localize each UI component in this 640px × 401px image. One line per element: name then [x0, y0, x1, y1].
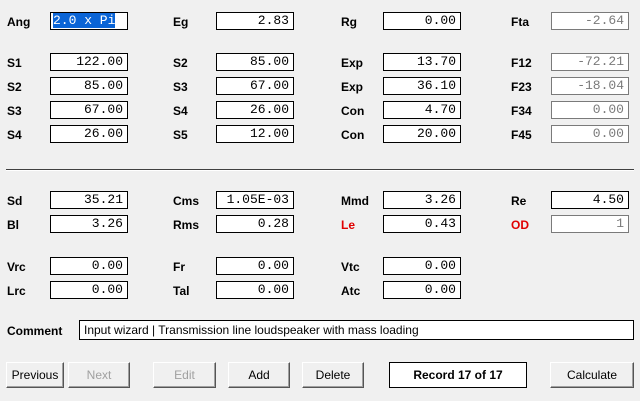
s1-field[interactable]: 122.00 — [50, 53, 128, 71]
delete-button[interactable]: Delete — [302, 362, 364, 388]
rms-field[interactable]: 0.28 — [216, 215, 294, 233]
le-field[interactable]: 0.43 — [383, 215, 461, 233]
section-divider — [6, 169, 634, 171]
tal-field[interactable]: 0.00 — [216, 281, 294, 299]
exp2-field[interactable]: 36.10 — [383, 77, 461, 95]
con1-field[interactable]: 4.70 — [383, 101, 461, 119]
sd-label: Sd — [7, 194, 23, 208]
tal-label: Tal — [173, 284, 190, 298]
s4-field[interactable]: 26.00 — [216, 101, 294, 119]
s1-label: S1 — [7, 56, 22, 70]
bl-field[interactable]: 3.26 — [50, 215, 128, 233]
rg-field[interactable]: 0.00 — [383, 12, 461, 30]
exp1-label: Exp — [341, 56, 364, 70]
s5-field[interactable]: 12.00 — [216, 125, 294, 143]
f12-label: F12 — [511, 56, 532, 70]
comment-label: Comment — [7, 324, 63, 338]
bl-label: Bl — [7, 218, 19, 232]
record-indicator: Record 17 of 17 — [389, 362, 527, 388]
fr-field[interactable]: 0.00 — [216, 257, 294, 275]
edit-button-label: Edit — [174, 368, 195, 382]
f34-field: 0.00 — [551, 101, 629, 119]
s3-field[interactable]: 67.00 — [50, 101, 128, 119]
f23-field: -18.04 — [551, 77, 629, 95]
re-field[interactable]: 4.50 — [551, 191, 629, 209]
lrc-field[interactable]: 0.00 — [50, 281, 128, 299]
rms-label: Rms — [173, 218, 200, 232]
s4-label: S4 — [7, 128, 22, 142]
next-button[interactable]: Next — [68, 362, 130, 388]
next-button-label: Next — [86, 368, 112, 382]
mmd-label: Mmd — [341, 194, 369, 208]
cms-label: Cms — [173, 194, 200, 208]
vtc-field[interactable]: 0.00 — [383, 257, 461, 275]
s2-label: S2 — [7, 80, 22, 94]
ang-field[interactable]: 2.0 x Pi — [50, 12, 128, 30]
previous-button[interactable]: Previous — [6, 362, 64, 388]
s5-label: S5 — [173, 128, 188, 142]
previous-button-label: Previous — [11, 368, 59, 382]
exp1-field[interactable]: 13.70 — [383, 53, 461, 71]
s2-field[interactable]: 85.00 — [50, 77, 128, 95]
s4-label: S4 — [173, 104, 188, 118]
re-label: Re — [511, 194, 527, 208]
f12-field: -72.21 — [551, 53, 629, 71]
edit-button[interactable]: Edit — [153, 362, 216, 388]
comment-field[interactable]: Input wizard | Transmission line loudspe… — [79, 320, 634, 340]
calculate-button-label: Calculate — [566, 368, 618, 382]
fr-label: Fr — [173, 260, 185, 274]
f34-label: F34 — [511, 104, 532, 118]
le-label: Le — [341, 218, 356, 232]
s4-field[interactable]: 26.00 — [50, 125, 128, 143]
vrc-field[interactable]: 0.00 — [50, 257, 128, 275]
s3-field[interactable]: 67.00 — [216, 77, 294, 95]
rg-label: Rg — [341, 15, 357, 29]
s3-label: S3 — [173, 80, 188, 94]
con2-label: Con — [341, 128, 365, 142]
mmd-field[interactable]: 3.26 — [383, 191, 461, 209]
atc-label: Atc — [341, 284, 361, 298]
calculate-button[interactable]: Calculate — [550, 362, 634, 388]
s2-label: S2 — [173, 56, 188, 70]
vrc-label: Vrc — [7, 260, 26, 274]
od-field: 1 — [551, 215, 629, 233]
eg-field[interactable]: 2.83 — [216, 12, 294, 30]
cms-field[interactable]: 1.05E-03 — [216, 191, 294, 209]
od-label: OD — [511, 218, 529, 232]
atc-field[interactable]: 0.00 — [383, 281, 461, 299]
exp2-label: Exp — [341, 80, 364, 94]
fta-field: -2.64 — [551, 12, 629, 30]
s3-label: S3 — [7, 104, 22, 118]
s2-field[interactable]: 85.00 — [216, 53, 294, 71]
sd-field[interactable]: 35.21 — [50, 191, 128, 209]
ang-label: Ang — [7, 15, 31, 29]
con1-label: Con — [341, 104, 365, 118]
add-button-label: Add — [248, 368, 270, 382]
f23-label: F23 — [511, 80, 532, 94]
eg-label: Eg — [173, 15, 189, 29]
f45-label: F45 — [511, 128, 532, 142]
fta-label: Fta — [511, 15, 529, 29]
f45-field: 0.00 — [551, 125, 629, 143]
con2-field[interactable]: 20.00 — [383, 125, 461, 143]
delete-button-label: Delete — [315, 368, 351, 382]
lrc-label: Lrc — [7, 284, 26, 298]
add-button[interactable]: Add — [228, 362, 290, 388]
ang-value: 2.0 x Pi — [53, 13, 116, 28]
vtc-label: Vtc — [341, 260, 360, 274]
